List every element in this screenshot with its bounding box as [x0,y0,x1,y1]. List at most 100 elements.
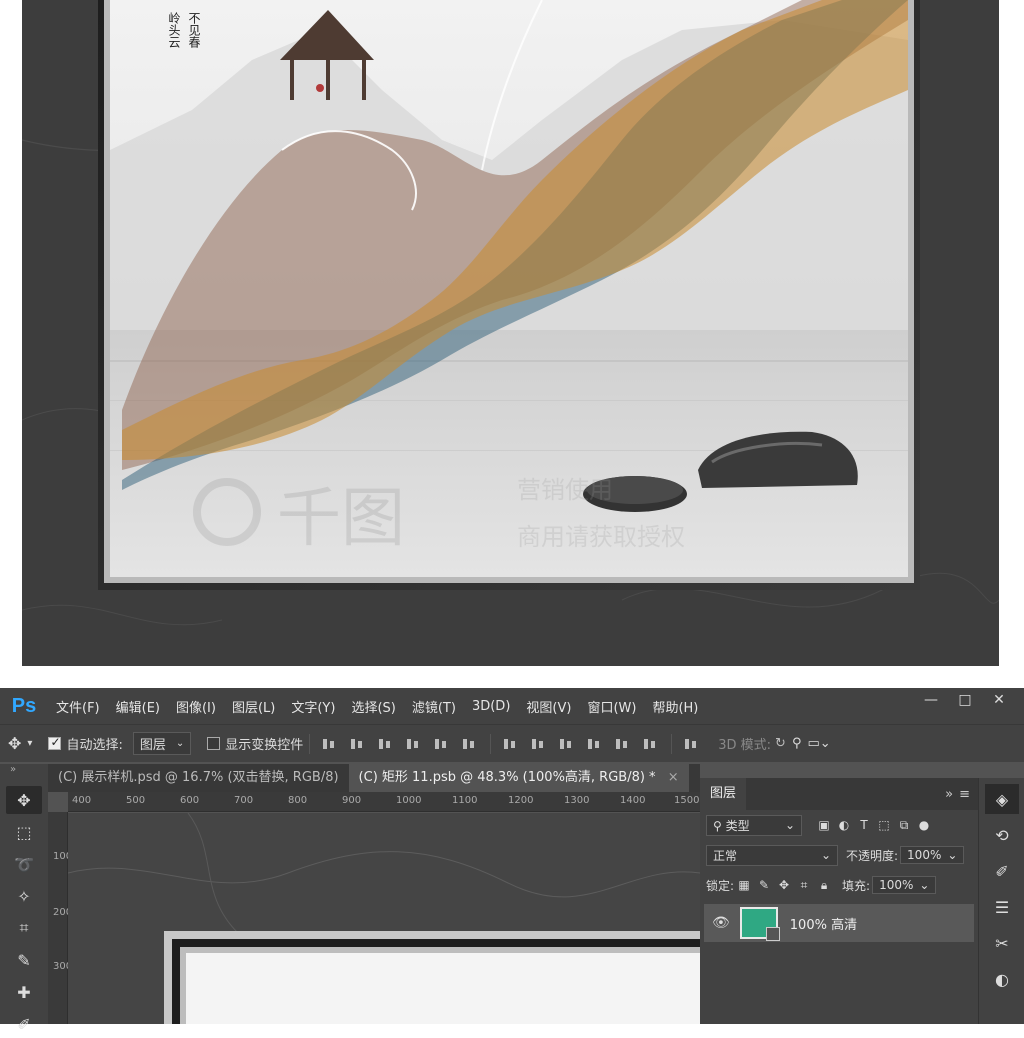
close-icon[interactable]: × [668,770,679,785]
panel-expand-icon[interactable]: » [945,787,959,802]
show-transform-label: 显示变换控件 [225,738,304,753]
distribute-right-icon[interactable] [641,736,661,752]
crop-tool[interactable]: ⌗ [6,914,42,942]
styles-icon[interactable]: ◐ [985,964,1019,994]
align-left-icon[interactable] [404,736,424,752]
auto-align-icon[interactable] [682,736,702,752]
framed-artwork: 岭头云 不见春 千图 营销使用 商用请获取授权 [22,0,999,666]
align-bottom-icon[interactable] [376,736,396,752]
minimize-button[interactable]: — [914,688,948,712]
distribute-top-icon[interactable] [501,736,521,752]
magic-wand-tool[interactable]: ✧ [6,882,42,910]
tab-label: (C) 展示样机.psd @ 16.7% (双击替换, RGB/8) [58,770,339,785]
menu-3d[interactable]: 3D(D) [464,699,518,714]
watermark-line2: 商用请获取授权 [517,523,685,551]
vertical-ruler: 100 200 300 [48,812,73,1024]
align-vcenter-icon[interactable] [348,736,368,752]
tab-document-2[interactable]: (C) 矩形 11.psb @ 48.3% (100%高清, RGB/8) * … [348,764,689,792]
auto-select-target: 图层 [139,738,166,753]
panel-collapse-icon[interactable]: » [0,764,48,782]
close-button[interactable]: ✕ [982,688,1016,712]
ruler-tick-label: 1300 [564,795,590,806]
opacity-input[interactable]: 100% ⌄ [900,846,965,864]
move-tool[interactable]: ✥ [6,786,42,814]
blend-mode-dropdown[interactable]: 正常 ⌄ [706,844,838,866]
lock-pixels-icon[interactable]: ✎ [754,878,774,892]
ruler-tick-label: 300 [53,961,73,972]
auto-select-target-dropdown[interactable]: 图层 ⌄ [132,732,192,755]
adjustments-icon[interactable]: ☰ [985,892,1019,922]
panel-menu-icon[interactable]: ≡ [959,787,978,802]
tools-panel: » ✥ ⬚ ➰ ✧ ⌗ ✎ ✚ ✐ [0,764,48,1034]
tab-document-1[interactable]: (C) 展示样机.psd @ 16.7% (双击替换, RGB/8) [48,764,349,792]
distribute-hcenter-icon[interactable] [613,736,633,752]
maximize-button[interactable]: □ [948,688,982,712]
lock-row: 锁定: ▦ ✎ ✥ ⌗ 🔒︎ 填充: 100% ⌄ [700,870,978,900]
history-icon[interactable]: ⟲ [985,820,1019,850]
lock-position-icon[interactable]: ✥ [774,878,794,892]
brush-presets-icon[interactable]: ✐ [985,856,1019,886]
window-controls: — □ ✕ [914,688,1016,712]
menu-layer[interactable]: 图层(L) [224,697,283,716]
ruler-tick-label: 1200 [508,795,534,806]
shape-filter-icon[interactable]: ⬚ [874,818,894,832]
menu-filter[interactable]: 滤镜(T) [404,697,464,716]
tools-icon[interactable]: ✂ [985,928,1019,958]
layers-panel: 图层 » ≡ ⚲ 类型 ⌄ ▣ ◐ T ⬚ ⧉ ● 正常 ⌄ 不透明度: 100… [700,778,978,1024]
ruler-tick-label: 1500 [674,795,700,806]
image-filter-icon[interactable]: ▣ [814,818,834,832]
menu-type[interactable]: 文字(Y) [283,697,343,716]
menu-file[interactable]: 文件(F) [48,697,108,716]
move-icon: ✥ [17,790,31,810]
fill-input[interactable]: 100% ⌄ [872,876,937,894]
move-tool-preset[interactable]: ✥ ▾ [8,734,32,753]
document-tabs: (C) 展示样机.psd @ 16.7% (双击替换, RGB/8) (C) 矩… [48,764,700,792]
align-right-icon[interactable] [460,736,480,752]
menu-edit[interactable]: 编辑(E) [108,697,168,716]
filter-toggle-icon[interactable]: ● [914,818,934,832]
lock-all-icon[interactable]: 🔒︎ [814,878,834,893]
auto-select-option[interactable]: 自动选择: [48,734,123,753]
distribute-left-icon[interactable] [585,736,605,752]
opacity-label: 不透明度: [846,848,899,863]
blend-row: 正常 ⌄ 不透明度: 100% ⌄ [700,840,978,870]
layer-filter-dropdown[interactable]: ⚲ 类型 ⌄ [706,814,802,836]
align-hcenter-icon[interactable] [432,736,452,752]
eyedropper-tool[interactable]: ✎ [6,946,42,974]
workspace-icon[interactable]: ▭⌄ [807,736,830,751]
show-transform-option[interactable]: 显示变换控件 [207,734,303,753]
show-transform-checkbox[interactable] [207,737,221,750]
distribute-bottom-icon[interactable] [557,736,577,752]
ruler-tick-label: 1100 [452,795,478,806]
menu-view[interactable]: 视图(V) [518,697,579,716]
ruler-tick-label: 1400 [620,795,646,806]
chevron-down-icon: ⌄ [175,738,185,749]
distribute-vcenter-icon[interactable] [529,736,549,752]
menu-window[interactable]: 窗口(W) [579,697,644,716]
chevron-down-icon: ⌄ [919,878,930,892]
layer-name[interactable]: 100% 高清 [790,914,857,933]
align-top-icon[interactable] [320,736,340,752]
menu-select[interactable]: 选择(S) [343,697,403,716]
lock-artboard-icon[interactable]: ⌗ [794,878,814,893]
adjustment-filter-icon[interactable]: ◐ [834,818,854,832]
layer-item[interactable]: 👁︎ 100% 高清 [704,904,974,942]
type-filter-icon[interactable]: T [854,818,874,832]
search-icon[interactable]: ⚲ [792,736,802,751]
watermark-line1: 营销使用 [517,476,613,504]
eye-icon[interactable]: 👁︎ [712,915,730,931]
healing-tool[interactable]: ✚ [6,978,42,1006]
auto-select-checkbox[interactable] [48,735,62,750]
menu-help[interactable]: 帮助(H) [644,697,706,716]
smart-object-filter-icon[interactable]: ⧉ [894,818,914,833]
document-canvas[interactable] [68,813,700,1024]
lasso-tool[interactable]: ➰ [6,850,42,878]
layers-icon[interactable]: ◈ [985,784,1019,814]
tab-layers[interactable]: 图层 [700,778,747,810]
artwork-preview: 岭头云 不见春 千图 营销使用 商用请获取授权 [22,0,999,666]
menu-image[interactable]: 图像(I) [168,697,224,716]
lock-transparency-icon[interactable]: ▦ [734,878,754,892]
brush-tool[interactable]: ✐ [6,1010,42,1038]
marquee-tool[interactable]: ⬚ [6,818,42,846]
3d-rotate-icon[interactable]: ↻ [775,736,786,751]
